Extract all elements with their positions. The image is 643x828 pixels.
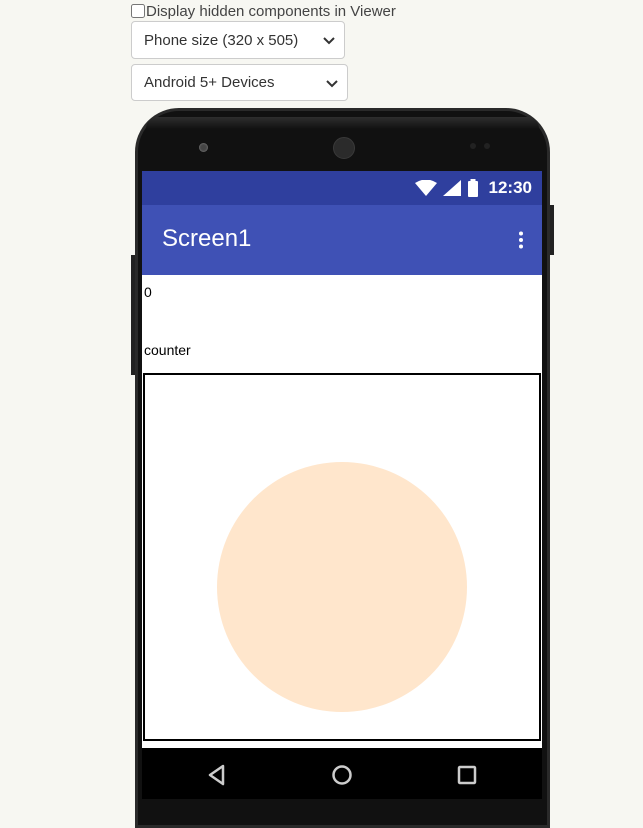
device-value: Android 5+ Devices: [144, 74, 275, 91]
phone-size-select[interactable]: Phone size (320 x 505): [131, 21, 345, 59]
back-icon[interactable]: [206, 764, 228, 786]
device-select[interactable]: Android 5+ Devices: [131, 64, 348, 101]
app-bar: Screen1: [142, 205, 542, 275]
status-time: 12:30: [488, 178, 532, 197]
hidden-components-checkbox[interactable]: [131, 4, 145, 18]
sensor-icon: [484, 143, 490, 149]
sensor-icon: [470, 143, 476, 149]
ball-sprite[interactable]: [217, 462, 467, 712]
phone-screen: 12:30 Screen1 0 counter: [142, 171, 542, 748]
chevron-down-icon: [326, 79, 338, 87]
wifi-icon: [414, 180, 437, 196]
status-bar: 12:30: [142, 171, 542, 205]
home-icon[interactable]: [331, 764, 353, 786]
chevron-down-icon: [323, 37, 335, 45]
battery-icon: [467, 179, 478, 197]
signal-icon: [442, 180, 461, 196]
hidden-components-toggle[interactable]: Display hidden components in Viewer: [131, 0, 396, 22]
nav-bar: [142, 748, 542, 799]
hidden-components-label: Display hidden components in Viewer: [146, 2, 396, 20]
more-vert-icon[interactable]: [518, 231, 524, 249]
phone-side-button-right: [550, 205, 554, 255]
recents-icon[interactable]: [456, 764, 478, 786]
counter-label: counter: [144, 342, 191, 358]
canvas[interactable]: [143, 373, 541, 741]
speaker-icon: [333, 137, 355, 159]
screen-title: Screen1: [162, 225, 252, 252]
count-label: 0: [144, 284, 152, 300]
front-camera-icon: [199, 143, 208, 152]
phone-size-value: Phone size (320 x 505): [144, 31, 299, 49]
